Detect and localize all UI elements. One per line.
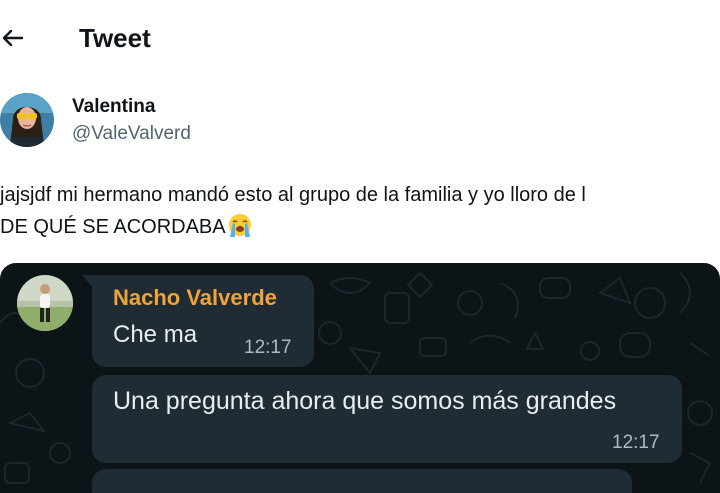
tweet-text-line-2: DE QUÉ SE ACORDABA (0, 211, 720, 243)
chat-message-1: Nacho Valverde Che ma 12:17 (92, 275, 314, 367)
chat-message-2: Una pregunta ahora que somos más grandes… (92, 375, 682, 463)
author-name[interactable]: Valentina (72, 95, 155, 119)
message-text-2: Una pregunta ahora que somos más grandes (113, 387, 617, 415)
loudly-crying-face-emoji (226, 212, 254, 238)
message-text-1: Che ma (113, 321, 198, 348)
tweet-text-line-1: jajsjdf mi hermano mandó esto al grupo d… (0, 184, 586, 206)
page-title: Tweet (79, 23, 151, 53)
sender-avatar (17, 275, 73, 331)
author-handle[interactable]: @ValeValverd (72, 122, 191, 146)
arrow-left-icon (2, 29, 24, 47)
top-bar: Tweet (0, 0, 720, 76)
profile-photo (0, 93, 54, 147)
sender-photo (17, 275, 73, 331)
back-button[interactable] (0, 22, 26, 54)
sender-name: Nacho Valverde (113, 285, 277, 310)
author-avatar[interactable] (0, 93, 54, 147)
tweet-text-line-2-text: DE QUÉ SE ACORDABA (0, 216, 226, 238)
tweet-text: jajsjdf mi hermano mandó esto al grupo d… (0, 179, 720, 243)
message-time-1: 12:17 (244, 337, 292, 358)
tweet-media-image[interactable]: Nacho Valverde Che ma 12:17 Una pregunta… (0, 263, 720, 493)
message-time-2: 12:17 (612, 432, 660, 453)
chat-message-3-partial (92, 469, 632, 493)
